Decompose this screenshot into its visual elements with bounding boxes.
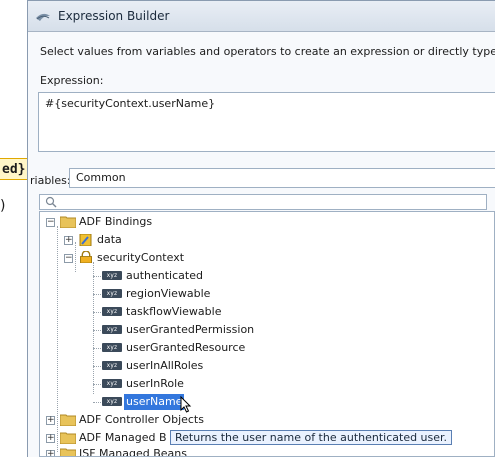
dialog-title: Expression Builder — [58, 9, 170, 23]
expand-icon[interactable]: + — [64, 236, 73, 245]
tree-connector — [93, 366, 101, 367]
tree-connector — [93, 384, 101, 385]
tree-node-label: ADF Bindings — [79, 215, 153, 228]
tree-connector — [93, 402, 101, 403]
collapse-icon[interactable]: − — [64, 254, 73, 263]
expand-icon[interactable]: + — [46, 450, 55, 456]
variable-icon: xyz — [102, 271, 122, 280]
variable-icon: xyz — [102, 307, 122, 316]
tree-connector — [93, 294, 101, 295]
background-text-fragment: ) — [0, 198, 6, 214]
tree-node-label: data — [97, 233, 122, 246]
tree-node-label: JSF Managed Beans — [79, 447, 187, 457]
variables-dropdown[interactable]: Common — [69, 168, 495, 188]
variables-label: riables: — [30, 174, 71, 187]
data-control-icon — [79, 234, 92, 246]
dialog-instructions: Select values from variables and operato… — [40, 45, 495, 58]
tree-node-label: ADF Managed B — [79, 431, 167, 444]
expression-label: Expression: — [40, 74, 104, 87]
variable-icon: xyz — [102, 325, 122, 334]
tree-connector — [93, 348, 101, 349]
expand-icon[interactable]: + — [46, 434, 55, 443]
tree-node-label: userInAllRoles — [126, 359, 204, 372]
variable-icon: xyz — [102, 289, 122, 298]
folder-icon — [60, 216, 76, 228]
tree-node-label: authenticated — [126, 269, 203, 282]
tree-node-label: ADF Controller Objects — [79, 413, 204, 426]
tree-connector — [93, 312, 101, 313]
lock-icon — [80, 251, 92, 263]
variable-icon: xyz — [102, 379, 122, 388]
variable-icon: xyz — [102, 397, 122, 406]
tree-node-label: securityContext — [97, 251, 185, 264]
tree-node-label: userGrantedResource — [126, 341, 246, 354]
expression-textarea[interactable]: #{securityContext.userName} — [38, 92, 495, 152]
tree-node-label: taskflowViewable — [126, 305, 222, 318]
tree-node-label: userInRole — [126, 377, 184, 390]
tree-connector — [93, 330, 101, 331]
tooltip: Returns the user name of the authenticat… — [170, 430, 453, 445]
tree-node-label: userGrantedPermission — [126, 323, 255, 336]
variables-tree[interactable]: − ADF Bindings + data − securityContext … — [39, 211, 495, 457]
search-input[interactable] — [39, 194, 487, 210]
mouse-cursor-icon — [180, 396, 192, 413]
search-icon — [45, 196, 57, 208]
expand-icon[interactable]: + — [46, 416, 55, 425]
variable-icon: xyz — [102, 361, 122, 370]
dialog-titlebar[interactable]: Expression Builder — [28, 1, 495, 32]
folder-icon — [60, 448, 76, 456]
tree-node-label: regionViewable — [126, 287, 211, 300]
variable-icon: xyz — [102, 343, 122, 352]
tree-connector — [93, 262, 94, 394]
collapse-icon[interactable]: − — [46, 218, 55, 227]
jdeveloper-app-icon — [36, 13, 50, 21]
tree-connector — [93, 276, 101, 277]
tree-connector — [75, 242, 76, 272]
folder-icon — [60, 414, 76, 426]
tree-connector — [57, 226, 58, 452]
folder-icon — [60, 432, 76, 444]
tree-node-label-selected: userName — [124, 394, 185, 410]
